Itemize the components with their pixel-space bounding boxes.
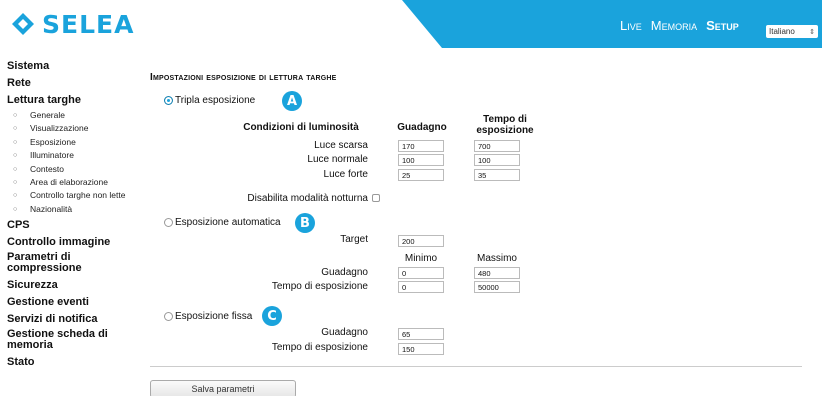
row-label-luce-forte: Luce forte	[323, 169, 368, 180]
auto-exposure-max-input[interactable]: 50000	[474, 281, 520, 293]
exposure-luce-normale-input[interactable]: 100	[474, 154, 520, 166]
gain-luce-scarsa-input[interactable]: 170	[398, 140, 444, 152]
bullet-icon: ○	[13, 138, 18, 146]
triple-exposure-label: Tripla esposizione	[175, 95, 256, 106]
badge-c: C	[262, 306, 282, 326]
col-header-gain: Guadagno	[397, 122, 447, 133]
target-input[interactable]: 200	[398, 235, 444, 247]
fixed-exposure-option[interactable]: Esposizione fissa	[164, 311, 252, 322]
night-mode-label: Disabilita modalità notturna	[247, 193, 368, 204]
sidebar-item-cps[interactable]: CPS	[0, 218, 150, 232]
nav-live[interactable]: Live	[620, 18, 642, 33]
auto-exposure-option[interactable]: Esposizione automatica	[164, 217, 281, 228]
main-panel: Impostazioni esposizione di lettura targ…	[150, 48, 822, 396]
badge-b: B	[295, 213, 315, 233]
sidebar-item-stato[interactable]: Stato	[0, 355, 150, 369]
auto-exposure-label: Esposizione automatica	[175, 217, 281, 228]
row-label-luce-normale: Luce normale	[307, 154, 368, 165]
sidebar-item-sicurezza[interactable]: Sicurezza	[0, 278, 150, 292]
exposure-luce-scarsa-input[interactable]: 700	[474, 140, 520, 152]
save-button[interactable]: Salva parametri	[150, 380, 296, 396]
chevron-updown-icon: ⇕	[809, 28, 815, 36]
col-header-min: Minimo	[404, 253, 438, 264]
auto-exposure-min-input[interactable]: 0	[398, 281, 444, 293]
sidebar-subitem-area-elaborazione[interactable]: ○ Area di elaborazione	[0, 176, 150, 189]
bullet-icon: ○	[13, 152, 18, 160]
target-label: Target	[340, 234, 368, 245]
auto-gain-max-input[interactable]: 480	[474, 267, 520, 279]
night-mode-checkbox[interactable]	[372, 194, 380, 202]
sidebar-subitem-contesto[interactable]: ○ Contesto	[0, 163, 150, 176]
language-select[interactable]: Italiano ⇕	[766, 25, 818, 38]
sidebar-subitem-illuminatore[interactable]: ○ Illuminatore	[0, 149, 150, 162]
sidebar-subitem-label: Area di elaborazione	[30, 177, 108, 188]
auto-exposure-time-label: Tempo di esposizione	[271, 281, 368, 292]
sidebar: Sistema Rete Lettura targhe ○ Generale ○ V…	[0, 55, 150, 369]
fixed-gain-label: Guadagno	[321, 327, 368, 338]
sidebar-item-gestione-eventi[interactable]: Gestione eventi	[0, 295, 150, 309]
bullet-icon: ○	[13, 112, 18, 119]
triple-exposure-option[interactable]: Tripla esposizione	[164, 95, 255, 106]
bullet-icon: ○	[13, 165, 18, 173]
logo-text: SELEA	[42, 9, 135, 39]
bullet-icon: ○	[13, 192, 18, 200]
bullet-icon: ○	[13, 179, 18, 187]
fixed-exposure-input[interactable]: 150	[398, 343, 444, 355]
sidebar-subitem-label: Esposizione	[30, 136, 76, 147]
nav-memoria[interactable]: Memoria	[651, 18, 697, 33]
col-header-max: Massimo	[476, 253, 517, 264]
bullet-icon: ○	[13, 205, 18, 213]
row-label-luce-scarsa: Luce scarsa	[314, 140, 368, 151]
col-header-exposure: Tempo di esposizione	[476, 114, 534, 136]
sidebar-subitem-label: Generale	[30, 110, 65, 120]
sidebar-subitem-visualizzazione[interactable]: ○ Visualizzazione	[0, 122, 150, 135]
fixed-exposure-label: Esposizione fissa	[175, 311, 253, 322]
sidebar-item-rete[interactable]: Rete	[0, 76, 150, 90]
sidebar-item-controllo-immagine[interactable]: Controllo immagine	[0, 235, 150, 249]
radio-unselected-icon[interactable]	[164, 218, 173, 227]
badge-a: A	[282, 91, 302, 111]
sidebar-subitem-nazionalita[interactable]: ○ Nazionalità	[0, 203, 150, 216]
header-bar: SELEA Live Memoria Setup Italiano ⇕	[0, 0, 822, 48]
col-header-condition: Condizioni di luminosità	[243, 122, 359, 133]
fixed-exposure-time-label: Tempo di esposizione	[271, 342, 368, 353]
exposure-luce-forte-input[interactable]: 35	[474, 169, 520, 181]
sidebar-item-parametri-compressione[interactable]: Parametri di compressione	[0, 252, 110, 274]
auto-gain-min-input[interactable]: 0	[398, 267, 444, 279]
top-nav: Live Memoria Setup	[620, 18, 748, 33]
sidebar-subitem-label: Controllo targhe non lette	[30, 190, 126, 201]
auto-gain-label: Guadagno	[321, 267, 368, 278]
language-select-value: Italiano	[769, 27, 795, 36]
radio-unselected-icon[interactable]	[164, 312, 173, 321]
gain-luce-normale-input[interactable]: 100	[398, 154, 444, 166]
sidebar-subitem-label: Illuminatore	[30, 150, 74, 161]
fixed-gain-input[interactable]: 65	[398, 328, 444, 340]
divider	[150, 366, 802, 367]
sidebar-subitem-label: Contesto	[30, 163, 65, 174]
sidebar-subitem-label: Visualizzazione	[30, 123, 89, 134]
logo: SELEA	[10, 9, 135, 39]
bullet-icon: ○	[13, 125, 18, 133]
radio-selected-icon[interactable]	[164, 96, 173, 105]
sidebar-subitem-label: Nazionalità	[30, 203, 73, 214]
nav-setup[interactable]: Setup	[706, 18, 739, 33]
sidebar-item-servizi-notifica[interactable]: Servizi di notifica	[0, 312, 150, 326]
sidebar-item-gestione-scheda[interactable]: Gestione scheda di memoria	[0, 329, 120, 351]
sidebar-item-lettura-targhe[interactable]: Lettura targhe	[0, 93, 150, 107]
selea-logo-icon	[12, 13, 34, 35]
sidebar-subitem-esposizione[interactable]: ○ Esposizione	[0, 136, 150, 149]
sidebar-item-sistema[interactable]: Sistema	[0, 59, 150, 73]
gain-luce-forte-input[interactable]: 25	[398, 169, 444, 181]
sidebar-subitem-controllo-targhe[interactable]: ○ Controllo targhe non lette	[0, 189, 150, 202]
page-title: Impostazioni esposizione di lettura targ…	[150, 72, 337, 83]
sidebar-subitem-generale[interactable]: ○ Generale	[0, 109, 150, 122]
